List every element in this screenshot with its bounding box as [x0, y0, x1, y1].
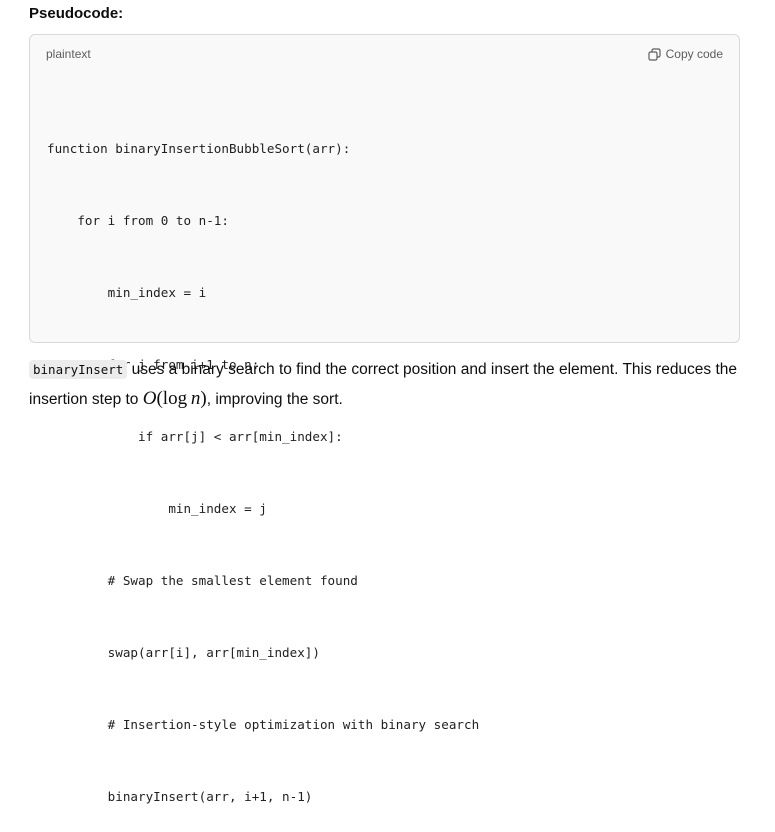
math-n: n: [190, 388, 201, 409]
code-line: # Insertion-style optimization with bina…: [47, 717, 480, 732]
section-heading: Pseudocode:: [29, 5, 124, 22]
code-line: min_index = i: [47, 285, 207, 300]
code-line: min_index = j: [47, 501, 267, 516]
copy-code-label: Copy code: [665, 47, 723, 61]
explanation-paragraph: binaryInsert uses a binary search to fin…: [29, 355, 744, 414]
code-line: for i from 0 to n-1:: [47, 213, 229, 228]
code-block: plaintext Copy code function binaryInser…: [29, 34, 740, 804]
code-language-label: plaintext: [46, 47, 91, 61]
math-big-o: O: [142, 388, 157, 409]
code-line: if arr[j] < arr[min_index]:: [47, 429, 343, 444]
code-line: swap(arr[i], arr[min_index]): [47, 645, 320, 660]
inline-code: binaryInsert: [29, 360, 128, 379]
copy-code-button[interactable]: Copy code: [648, 45, 723, 63]
math-log: log: [162, 388, 188, 409]
code-line: binaryInsert(arr, i+1, n-1): [47, 789, 313, 804]
code-block-header: plaintext Copy code: [30, 35, 739, 73]
paragraph-text: uses a binary search to find the correct…: [29, 361, 738, 408]
math-expression: O(log n): [143, 388, 207, 409]
paragraph-text-end: , improving the sort.: [206, 391, 343, 408]
code-line: # Swap the smallest element found: [47, 573, 358, 588]
copy-icon: [648, 47, 661, 61]
code-content: function binaryInsertionBubbleSort(arr):…: [47, 89, 479, 832]
code-line: function binaryInsertionBubbleSort(arr):: [47, 141, 351, 156]
